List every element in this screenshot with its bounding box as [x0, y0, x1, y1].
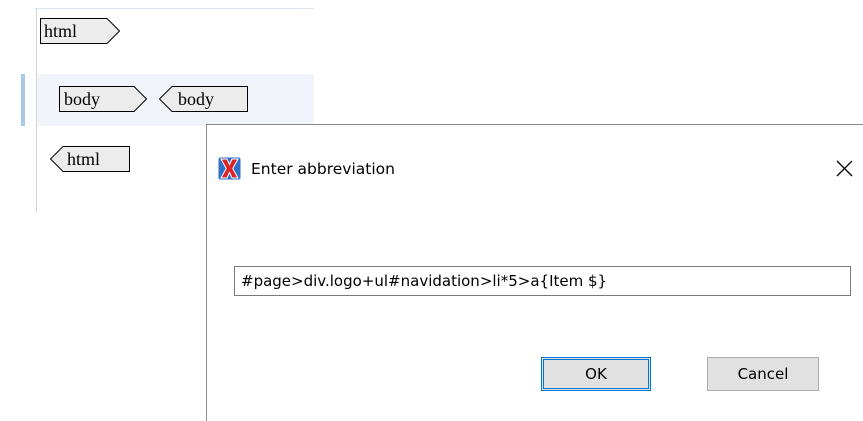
current-line-marker [21, 74, 25, 126]
ok-button[interactable]: OK [541, 357, 651, 391]
tag-label: body [64, 89, 100, 109]
body-close-tag[interactable]: body [158, 86, 248, 112]
tag-label: html [67, 149, 101, 169]
close-button[interactable] [827, 153, 861, 183]
editor-top-rule [34, 8, 314, 9]
dialog-title: Enter abbreviation [251, 160, 395, 178]
body-open-tag[interactable]: body [59, 86, 148, 112]
abbreviation-input[interactable] [234, 266, 851, 296]
enter-abbreviation-dialog: Enter abbreviation OK Cancel [206, 124, 863, 421]
html-close-tag[interactable]: html [49, 146, 130, 172]
oxygen-x-icon [218, 157, 241, 180]
html-open-tag[interactable]: html [40, 18, 121, 44]
cancel-button[interactable]: Cancel [707, 357, 819, 391]
tag-label: body [178, 89, 214, 109]
tag-label: html [44, 21, 78, 41]
close-x-icon [836, 160, 853, 177]
